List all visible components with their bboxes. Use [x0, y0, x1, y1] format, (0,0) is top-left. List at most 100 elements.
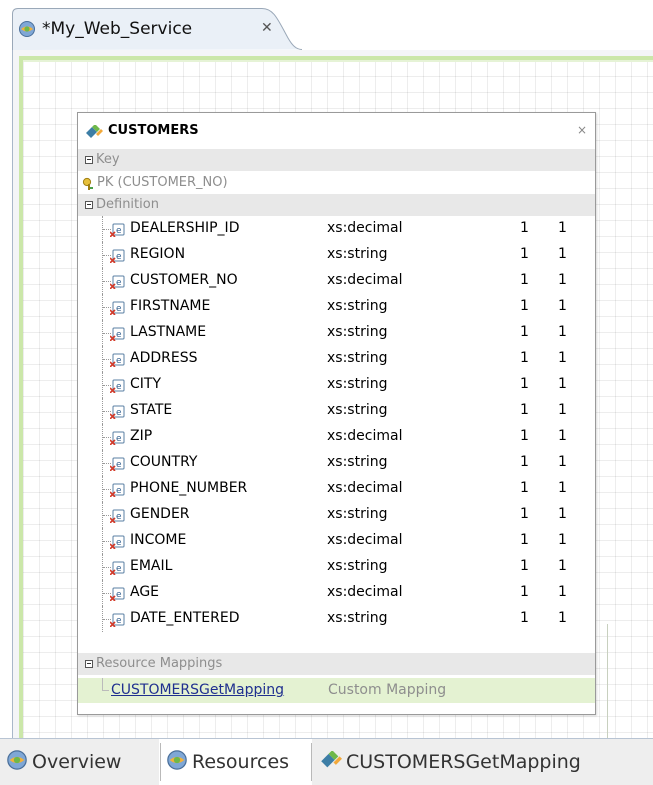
- table-row[interactable]: e GENDER xs:string 1 1: [78, 502, 595, 528]
- field-type: xs:decimal: [327, 220, 403, 236]
- section-definition[interactable]: Definition: [78, 194, 595, 216]
- element-icon: e: [109, 612, 126, 631]
- svg-text:e: e: [116, 590, 122, 600]
- section-key-label: Key: [96, 152, 120, 167]
- collapse-icon[interactable]: [85, 156, 93, 164]
- field-min-occurs: 1: [520, 480, 529, 496]
- close-icon[interactable]: ×: [577, 123, 587, 137]
- tab-customersgetmapping-label: CUSTOMERSGetMapping: [346, 751, 581, 773]
- section-key[interactable]: Key: [78, 149, 595, 171]
- field-type: xs:string: [327, 506, 388, 522]
- svg-text:e: e: [116, 460, 122, 470]
- table-icon: [85, 124, 103, 143]
- element-icon: e: [109, 404, 126, 423]
- field-name: ZIP: [130, 428, 153, 444]
- field-max-occurs: 1: [558, 220, 567, 236]
- field-min-occurs: 1: [520, 610, 529, 626]
- svg-text:e: e: [116, 304, 122, 314]
- field-name: EMAIL: [130, 558, 173, 574]
- field-name: PHONE_NUMBER: [130, 480, 248, 496]
- svg-text:e: e: [116, 278, 122, 288]
- svg-text:e: e: [116, 616, 122, 626]
- mapping-link[interactable]: CUSTOMERSGetMapping: [111, 682, 284, 698]
- mapping-icon: [320, 750, 342, 773]
- collapse-icon[interactable]: [85, 201, 93, 209]
- element-icon: e: [109, 482, 126, 501]
- svg-text:e: e: [116, 512, 122, 522]
- table-row[interactable]: e ZIP xs:decimal 1 1: [78, 424, 595, 450]
- editor-tab-title: *My_Web_Service: [42, 19, 193, 39]
- table-header[interactable]: CUSTOMERS ×: [78, 113, 595, 149]
- tab-resources[interactable]: Resources: [161, 739, 310, 785]
- field-min-occurs: 1: [520, 454, 529, 470]
- table-row[interactable]: e ADDRESS xs:string 1 1: [78, 346, 595, 372]
- page-tab-bar: Overview Resources CUSTOMERSGetMapping: [0, 738, 653, 785]
- field-type: xs:decimal: [327, 272, 403, 288]
- field-type: xs:decimal: [327, 532, 403, 548]
- field-max-occurs: 1: [558, 350, 567, 366]
- table-row[interactable]: e REGION xs:string 1 1: [78, 242, 595, 268]
- table-row[interactable]: e COUNTRY xs:string 1 1: [78, 450, 595, 476]
- field-min-occurs: 1: [520, 584, 529, 600]
- element-icon: e: [109, 456, 126, 475]
- close-icon[interactable]: ✕: [261, 20, 273, 36]
- mapping-row[interactable]: CUSTOMERSGetMapping Custom Mapping: [78, 678, 595, 703]
- section-definition-label: Definition: [96, 197, 159, 212]
- table-row[interactable]: e FIRSTNAME xs:string 1 1: [78, 294, 595, 320]
- table-row[interactable]: e CUSTOMER_NO xs:decimal 1 1: [78, 268, 595, 294]
- table-row[interactable]: e DEALERSHIP_ID xs:decimal 1 1: [78, 216, 595, 242]
- element-icon: e: [109, 534, 126, 553]
- table-row[interactable]: e AGE xs:decimal 1 1: [78, 580, 595, 606]
- table-row[interactable]: e DATE_ENTERED xs:string 1 1: [78, 606, 595, 632]
- table-row[interactable]: e EMAIL xs:string 1 1: [78, 554, 595, 580]
- field-min-occurs: 1: [520, 428, 529, 444]
- field-name: STATE: [130, 402, 173, 418]
- field-name: COUNTRY: [130, 454, 198, 470]
- field-max-occurs: 1: [558, 324, 567, 340]
- field-min-occurs: 1: [520, 558, 529, 574]
- editor-tab-bar: *My_Web_Service ✕: [0, 0, 653, 50]
- field-type: xs:string: [327, 324, 388, 340]
- field-type: xs:string: [327, 376, 388, 392]
- collapse-icon[interactable]: [85, 660, 93, 668]
- field-min-occurs: 1: [520, 402, 529, 418]
- element-icon: e: [109, 248, 126, 267]
- mapping-type: Custom Mapping: [328, 682, 447, 698]
- svg-text:e: e: [116, 226, 122, 236]
- element-icon: e: [109, 274, 126, 293]
- table-row[interactable]: e CITY xs:string 1 1: [78, 372, 595, 398]
- tab-overview-label: Overview: [32, 751, 122, 773]
- svg-text:e: e: [116, 434, 122, 444]
- field-type: xs:string: [327, 454, 388, 470]
- field-name: CITY: [130, 376, 162, 392]
- field-min-occurs: 1: [520, 298, 529, 314]
- field-type: xs:decimal: [327, 428, 403, 444]
- field-min-occurs: 1: [520, 246, 529, 262]
- svg-text:e: e: [116, 356, 122, 366]
- section-resource-mappings[interactable]: Resource Mappings: [78, 653, 595, 675]
- field-type: xs:string: [327, 558, 388, 574]
- table-row[interactable]: e INCOME xs:decimal 1 1: [78, 528, 595, 554]
- field-name: FIRSTNAME: [130, 298, 211, 314]
- table-row[interactable]: e PHONE_NUMBER xs:decimal 1 1: [78, 476, 595, 502]
- field-max-occurs: 1: [558, 584, 567, 600]
- field-max-occurs: 1: [558, 610, 567, 626]
- tab-overview[interactable]: Overview: [0, 739, 159, 785]
- editor-tab[interactable]: *My_Web_Service ✕: [12, 8, 302, 50]
- field-type: xs:string: [327, 298, 388, 314]
- field-max-occurs: 1: [558, 298, 567, 314]
- field-max-occurs: 1: [558, 376, 567, 392]
- table-row[interactable]: e STATE xs:string 1 1: [78, 398, 595, 424]
- field-type: xs:string: [327, 350, 388, 366]
- field-name: AGE: [130, 584, 160, 600]
- field-name: INCOME: [130, 532, 187, 548]
- tab-customersgetmapping[interactable]: CUSTOMERSGetMapping: [312, 739, 653, 785]
- field-min-occurs: 1: [520, 350, 529, 366]
- field-min-occurs: 1: [520, 532, 529, 548]
- field-min-occurs: 1: [520, 272, 529, 288]
- table-row[interactable]: e LASTNAME xs:string 1 1: [78, 320, 595, 346]
- primary-key-row[interactable]: PK (CUSTOMER_NO): [78, 171, 595, 194]
- field-type: xs:string: [327, 610, 388, 626]
- table-widget[interactable]: CUSTOMERS × Key PK (CUSTOMER_NO) Definit…: [77, 112, 596, 715]
- svg-text:e: e: [116, 382, 122, 392]
